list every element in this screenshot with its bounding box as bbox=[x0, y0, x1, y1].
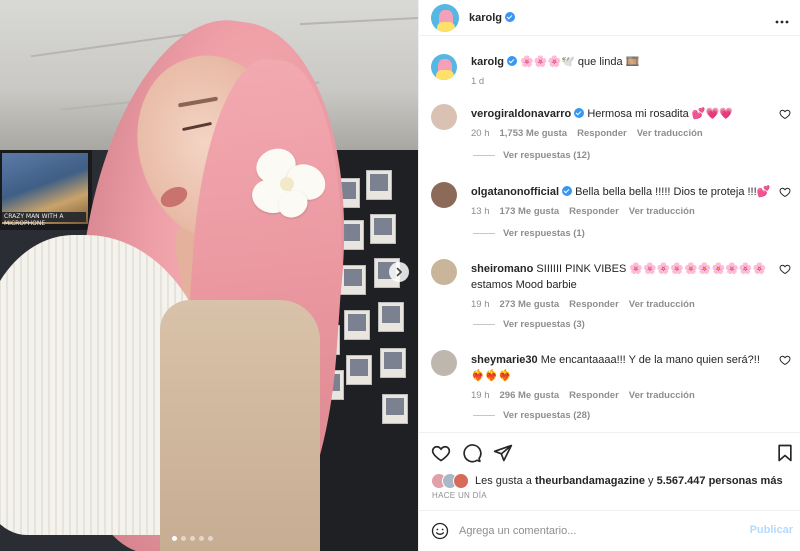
replies-divider bbox=[473, 155, 495, 156]
more-horizontal-icon bbox=[775, 20, 789, 24]
carousel-dots bbox=[172, 536, 213, 541]
comment-username[interactable]: olgatanonofficial bbox=[471, 186, 559, 198]
comment-input[interactable] bbox=[459, 521, 739, 541]
post-header: karolg bbox=[419, 0, 800, 36]
avatar[interactable] bbox=[431, 350, 457, 376]
view-replies-label: Ver respuestas (28) bbox=[503, 410, 591, 421]
reply-button[interactable]: Responder bbox=[569, 297, 619, 313]
replies-divider bbox=[473, 415, 495, 416]
avatar[interactable] bbox=[431, 259, 457, 285]
more-options-button[interactable] bbox=[775, 11, 789, 27]
view-replies-button[interactable]: Ver respuestas (3) bbox=[473, 319, 585, 330]
liker-avatars bbox=[431, 473, 471, 489]
verified-badge-icon bbox=[507, 56, 518, 66]
caption-text: 🌸🌸🌸🕊️ que linda 🎞️ bbox=[520, 56, 640, 68]
bookmark-icon[interactable] bbox=[775, 443, 795, 463]
view-replies-label: Ver respuestas (12) bbox=[503, 150, 591, 161]
like-comment-heart-icon[interactable] bbox=[779, 354, 791, 366]
verified-badge-icon bbox=[562, 186, 572, 196]
tv-ticker-text: CRAZY MAN WITH A MICROPHONE bbox=[4, 213, 64, 227]
send-icon[interactable] bbox=[493, 443, 513, 463]
comment-time[interactable]: 19 h bbox=[471, 388, 490, 404]
carousel-dot bbox=[172, 536, 177, 541]
chevron-right-icon bbox=[396, 267, 402, 277]
caption-time[interactable]: 1 d bbox=[471, 74, 484, 90]
view-replies-button[interactable]: Ver respuestas (1) bbox=[473, 228, 585, 239]
post-actions bbox=[419, 432, 800, 472]
avatar[interactable] bbox=[431, 4, 459, 32]
verified-badge-icon bbox=[505, 12, 516, 22]
see-translation-button[interactable]: Ver traducción bbox=[629, 204, 695, 220]
post-timestamp[interactable]: HACE UN DÍA bbox=[432, 491, 487, 500]
caption-username[interactable]: karolg bbox=[471, 56, 504, 68]
publish-button[interactable]: Publicar bbox=[750, 524, 793, 536]
beige-top bbox=[160, 300, 320, 551]
white-orchid-flower bbox=[248, 143, 332, 225]
reply-button[interactable]: Responder bbox=[569, 388, 619, 404]
heart-icon[interactable] bbox=[431, 443, 451, 463]
see-translation-button[interactable]: Ver traducción bbox=[629, 297, 695, 313]
post-username[interactable]: karolg bbox=[469, 12, 502, 24]
comments-list[interactable]: karolg 🌸🌸🌸🕊️ que linda 🎞️ 1 d verogirald… bbox=[419, 36, 800, 432]
comment-time[interactable]: 20 h bbox=[471, 126, 490, 142]
replies-divider bbox=[473, 233, 495, 234]
reply-button[interactable]: Responder bbox=[577, 126, 627, 142]
carousel-dot bbox=[208, 536, 213, 541]
like-comment-heart-icon[interactable] bbox=[779, 263, 791, 275]
carousel-dot bbox=[199, 536, 204, 541]
likes-others-link[interactable]: 5.567.447 personas más bbox=[657, 475, 783, 487]
like-comment-heart-icon[interactable] bbox=[779, 186, 791, 198]
replies-divider bbox=[473, 324, 495, 325]
verified-badge-icon bbox=[574, 108, 585, 118]
comment-likes[interactable]: 173 Me gusta bbox=[500, 204, 560, 220]
comment-time[interactable]: 19 h bbox=[471, 297, 490, 313]
comment-username[interactable]: sheiromano bbox=[471, 263, 533, 275]
like-comment-heart-icon[interactable] bbox=[779, 108, 791, 120]
instagram-post-view: CRAZY MAN WITH A MICROPHONE karolg karol… bbox=[0, 0, 800, 551]
tv-monitor: CRAZY MAN WITH A MICROPHONE bbox=[0, 150, 92, 230]
avatar bbox=[453, 473, 469, 489]
see-translation-button[interactable]: Ver traducción bbox=[629, 388, 695, 404]
view-replies-button[interactable]: Ver respuestas (12) bbox=[473, 150, 590, 161]
comment-username[interactable]: sheymarie30 bbox=[471, 354, 538, 366]
comment-likes[interactable]: 1,753 Me gusta bbox=[500, 126, 568, 142]
post-photo[interactable]: CRAZY MAN WITH A MICROPHONE bbox=[0, 0, 418, 551]
post-sidebar: karolg karolg 🌸🌸🌸🕊️ que linda 🎞️ 1 d ver… bbox=[418, 0, 800, 551]
comment-text: Hermosa mi rosadita 💕💗💗 bbox=[587, 108, 733, 120]
view-replies-label: Ver respuestas (1) bbox=[503, 228, 585, 239]
avatar[interactable] bbox=[431, 182, 457, 208]
avatar[interactable] bbox=[431, 54, 457, 80]
comment-icon[interactable] bbox=[462, 443, 482, 463]
carousel-dot bbox=[181, 536, 186, 541]
likes-joiner: y bbox=[648, 475, 654, 487]
likes-prefix: Les gusta a bbox=[475, 475, 532, 487]
comment-likes[interactable]: 273 Me gusta bbox=[500, 297, 560, 313]
view-replies-label: Ver respuestas (3) bbox=[503, 319, 585, 330]
add-comment-bar: Publicar bbox=[419, 510, 800, 551]
comment-username[interactable]: verogiraldonavarro bbox=[471, 108, 571, 120]
comment-time[interactable]: 13 h bbox=[471, 204, 490, 220]
avatar[interactable] bbox=[431, 104, 457, 130]
emoji-icon[interactable] bbox=[431, 522, 449, 540]
see-translation-button[interactable]: Ver traducción bbox=[637, 126, 703, 142]
carousel-dot bbox=[190, 536, 195, 541]
carousel-next-button[interactable] bbox=[389, 262, 409, 282]
comment-likes[interactable]: 296 Me gusta bbox=[500, 388, 560, 404]
likes-user-link[interactable]: theurbandamagazine bbox=[535, 475, 645, 487]
reply-button[interactable]: Responder bbox=[569, 204, 619, 220]
view-replies-button[interactable]: Ver respuestas (28) bbox=[473, 410, 590, 421]
comment-text: Bella bella bella !!!!! Dios te proteja … bbox=[575, 186, 771, 198]
likes-summary: Les gusta a theurbandamagazine y 5.567.4… bbox=[431, 473, 796, 489]
